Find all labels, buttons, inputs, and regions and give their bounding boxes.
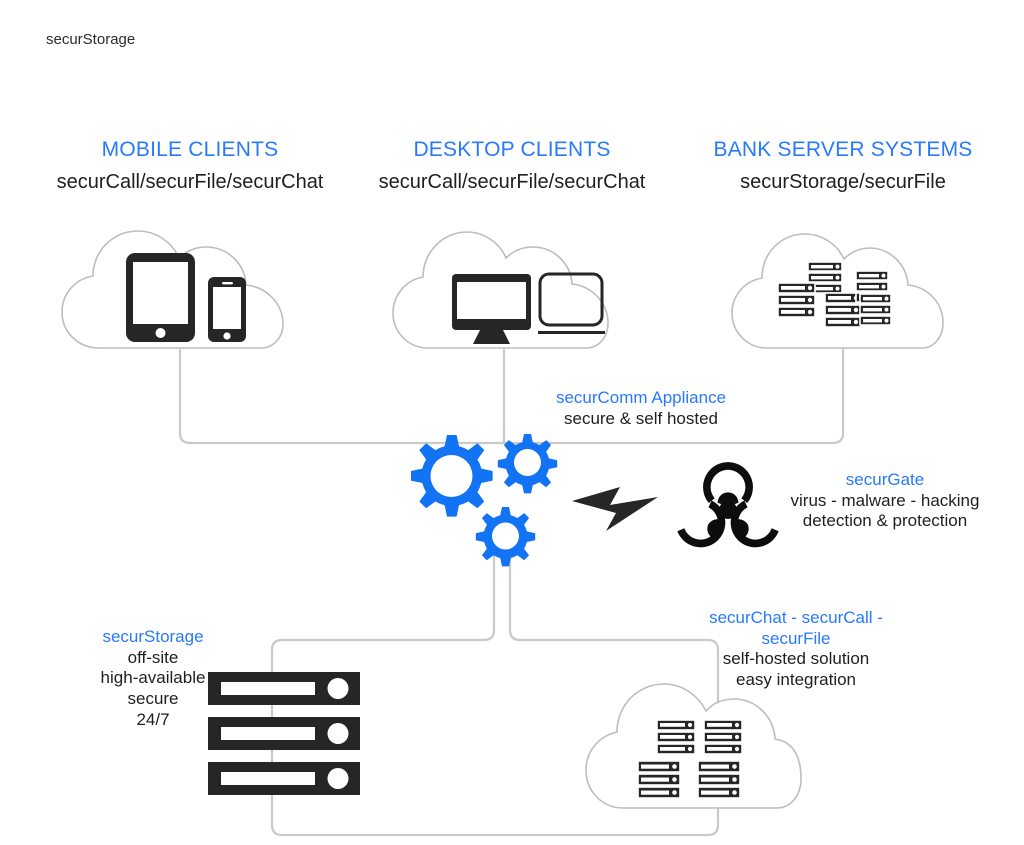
- desktop-clients-subtitle: securCall/securFile/securChat: [378, 171, 646, 193]
- securstorage-line-3: secure: [127, 689, 179, 709]
- cloud-with-server-racks-icon: [731, 233, 944, 349]
- securstorage-line-1: off-site: [127, 647, 179, 667]
- gears-icon: [411, 434, 558, 567]
- bank-server-systems-title: BANK SERVER SYSTEMS: [713, 138, 973, 161]
- securgate-line-2: detection & protection: [802, 511, 968, 531]
- biohazard-icon: [677, 462, 779, 548]
- cloud-with-tablet-and-phone-icon: [61, 230, 284, 349]
- node-bank-server-systems: BANK SERVER SYSTEMS securStorage/securFi…: [693, 138, 993, 194]
- bank-server-systems-subtitle: securStorage/securFile: [740, 171, 946, 193]
- services-title-line-2: securFile: [761, 628, 831, 648]
- securgate-title: securGate: [845, 470, 925, 489]
- securcomm-appliance-caption: securComm Appliance secure & self hosted: [516, 388, 766, 429]
- node-mobile-clients: MOBILE CLIENTS securCall/securFile/secur…: [40, 138, 340, 194]
- watermark-label: securStorage: [46, 31, 136, 48]
- diagram-canvas: securStorage MOBILE CLIENTS securCall/se…: [0, 0, 1024, 845]
- services-title-line-1: securChat - securCall -: [709, 608, 883, 627]
- securgate-caption: securGate virus - malware - hacking dete…: [770, 470, 1000, 532]
- node-desktop-clients: DESKTOP CLIENTS securCall/securFile/secu…: [362, 138, 662, 194]
- securstorage-title: securStorage: [102, 627, 204, 646]
- mobile-clients-title: MOBILE CLIENTS: [101, 138, 279, 161]
- securstorage-caption: securStorage off-site high-available sec…: [78, 627, 228, 731]
- securcomm-appliance-title: securComm Appliance: [555, 388, 727, 407]
- lightning-bolt-icon: [572, 487, 658, 531]
- securstorage-line-4: 24/7: [136, 709, 170, 729]
- mobile-clients-subtitle: securCall/securFile/securChat: [56, 171, 324, 193]
- cloud-with-monitor-and-laptop-icon: [392, 231, 609, 349]
- services-cloud-with-server-racks-icon: [585, 683, 802, 809]
- desktop-clients-title: DESKTOP CLIENTS: [413, 138, 611, 161]
- securcomm-appliance-description: secure & self hosted: [563, 408, 719, 428]
- server-stack-icon: [208, 672, 360, 795]
- securgate-line-1: virus - malware - hacking: [790, 490, 980, 510]
- securstorage-line-2: high-available: [100, 668, 206, 688]
